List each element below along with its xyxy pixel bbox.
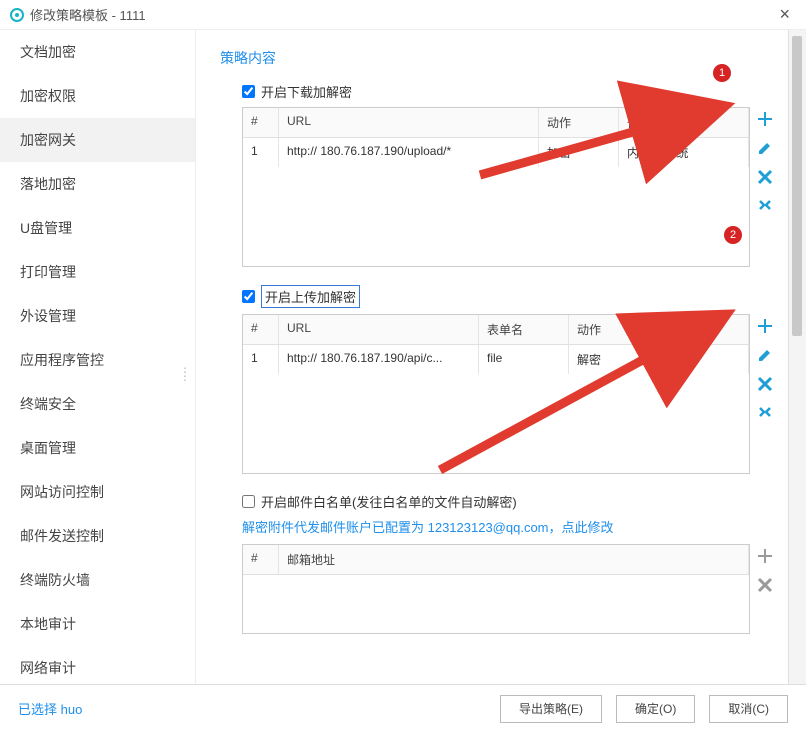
col-url: URL — [279, 108, 539, 137]
whitelist-config-link[interactable]: 解密附件代发邮件账户已配置为 123123123@qq.com，点此修改 — [242, 517, 780, 536]
footer: 已选择 huo 导出策略(E) 确定(O) 取消(C) — [0, 684, 806, 732]
sidebar-item-1[interactable]: 加密权限 — [0, 74, 195, 118]
sidebar-item-10[interactable]: 网站访问控制 — [0, 470, 195, 514]
app-icon — [10, 8, 24, 22]
add-icon[interactable] — [757, 111, 773, 130]
col-note: 备注 — [619, 108, 749, 137]
sidebar-item-11[interactable]: 邮件发送控制 — [0, 514, 195, 558]
sidebar: 文档加密加密权限加密网关落地加密U盘管理打印管理外设管理应用程序管控终端安全桌面… — [0, 30, 196, 684]
sidebar-item-5[interactable]: 打印管理 — [0, 250, 195, 294]
edit-icon[interactable] — [757, 140, 773, 159]
tools-icon[interactable] — [757, 405, 773, 424]
sidebar-item-13[interactable]: 本地审计 — [0, 602, 195, 646]
sidebar-item-6[interactable]: 外设管理 — [0, 294, 195, 338]
upload-checkbox-label: 开启上传加解密 — [261, 285, 360, 308]
selection-status: 已选择 huo — [18, 699, 82, 718]
whitelist-tools — [750, 544, 780, 634]
table-row[interactable]: 1 http:// 180.76.187.190/api/c... file 解… — [243, 345, 749, 374]
col-idx: # — [243, 108, 279, 137]
vertical-scrollbar[interactable] — [788, 30, 806, 684]
tools-icon[interactable] — [757, 198, 773, 217]
sidebar-item-14[interactable]: 网络审计 — [0, 646, 195, 684]
upload-table[interactable]: # URL 表单名 动作 备注 1 http:// 180.76.187.190… — [242, 314, 750, 474]
delete-icon[interactable] — [757, 376, 773, 395]
sidebar-item-0[interactable]: 文档加密 — [0, 30, 195, 74]
ok-button[interactable]: 确定(O) — [616, 695, 695, 723]
add-icon[interactable] — [757, 318, 773, 337]
whitelist-table[interactable]: # 邮箱地址 — [242, 544, 750, 634]
sidebar-item-2[interactable]: 加密网关 — [0, 118, 195, 162]
export-button[interactable]: 导出策略(E) — [500, 695, 602, 723]
upload-checkbox[interactable] — [242, 290, 255, 303]
whitelist-checkbox-label: 开启邮件白名单(发往白名单的文件自动解密) — [261, 492, 517, 511]
whitelist-checkbox[interactable] — [242, 495, 255, 508]
download-table[interactable]: # URL 动作 备注 1 http:// 180.76.187.190/upl… — [242, 107, 750, 267]
download-checkbox-label: 开启下载加解密 — [261, 82, 352, 101]
col-action: 动作 — [539, 108, 619, 137]
delete-icon[interactable] — [757, 577, 773, 596]
close-icon[interactable]: × — [773, 4, 796, 25]
download-checkbox[interactable] — [242, 85, 255, 98]
add-icon[interactable] — [757, 548, 773, 567]
content: 策略内容 开启下载加解密 # URL 动作 备注 1 http — [196, 30, 788, 684]
sidebar-item-4[interactable]: U盘管理 — [0, 206, 195, 250]
drag-handle-icon[interactable]: ⋮⋮ — [179, 370, 191, 378]
table-row[interactable]: 1 http:// 180.76.187.190/upload/* 加密 内部o… — [243, 138, 749, 167]
sidebar-item-9[interactable]: 桌面管理 — [0, 426, 195, 470]
scrollbar-thumb[interactable] — [792, 36, 802, 336]
upload-tools — [750, 314, 780, 474]
section-heading: 策略内容 — [220, 48, 780, 68]
edit-icon[interactable] — [757, 347, 773, 366]
sidebar-item-3[interactable]: 落地加密 — [0, 162, 195, 206]
delete-icon[interactable] — [757, 169, 773, 188]
cancel-button[interactable]: 取消(C) — [709, 695, 788, 723]
window-title: 修改策略模板 - 1111 — [30, 5, 146, 24]
sidebar-item-8[interactable]: 终端安全 — [0, 382, 195, 426]
download-tools — [750, 107, 780, 267]
sidebar-item-7[interactable]: 应用程序管控 — [0, 338, 195, 382]
sidebar-item-12[interactable]: 终端防火墙 — [0, 558, 195, 602]
